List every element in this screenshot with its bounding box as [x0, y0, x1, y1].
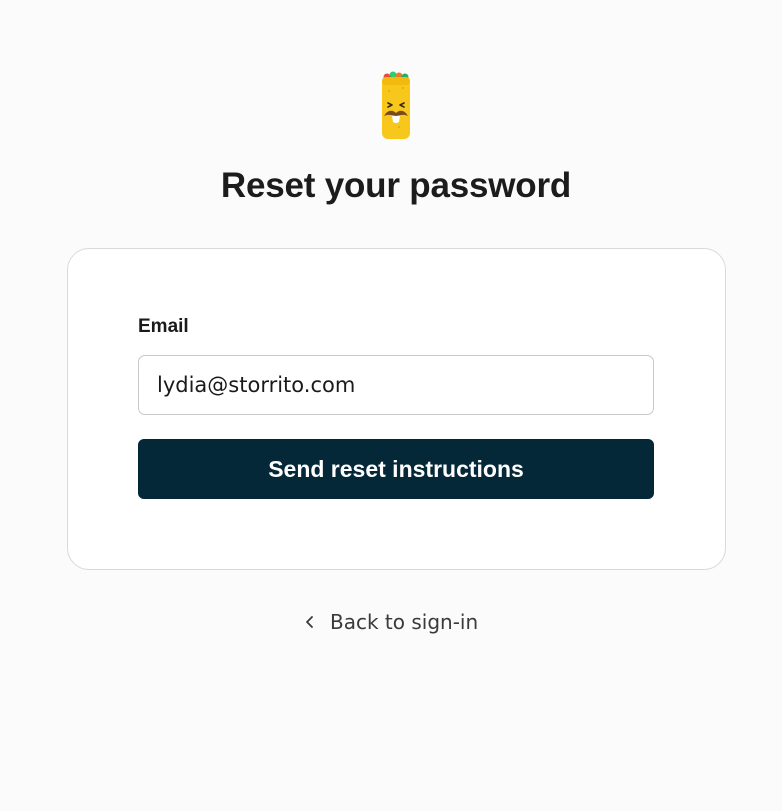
email-label: Email	[138, 316, 189, 337]
send-reset-instructions-button[interactable]: Send reset instructions	[138, 439, 654, 499]
chevron-left-icon	[306, 616, 313, 628]
back-to-sign-in-link[interactable]: Back to sign-in	[304, 607, 478, 637]
email-input[interactable]	[138, 355, 654, 415]
burrito-mascot-icon	[382, 71, 410, 139]
page-title: Reset your password	[220, 166, 572, 205]
back-link-label: Back to sign-in	[330, 610, 479, 634]
reset-password-page: Reset your password Email Send reset ins…	[0, 0, 782, 811]
